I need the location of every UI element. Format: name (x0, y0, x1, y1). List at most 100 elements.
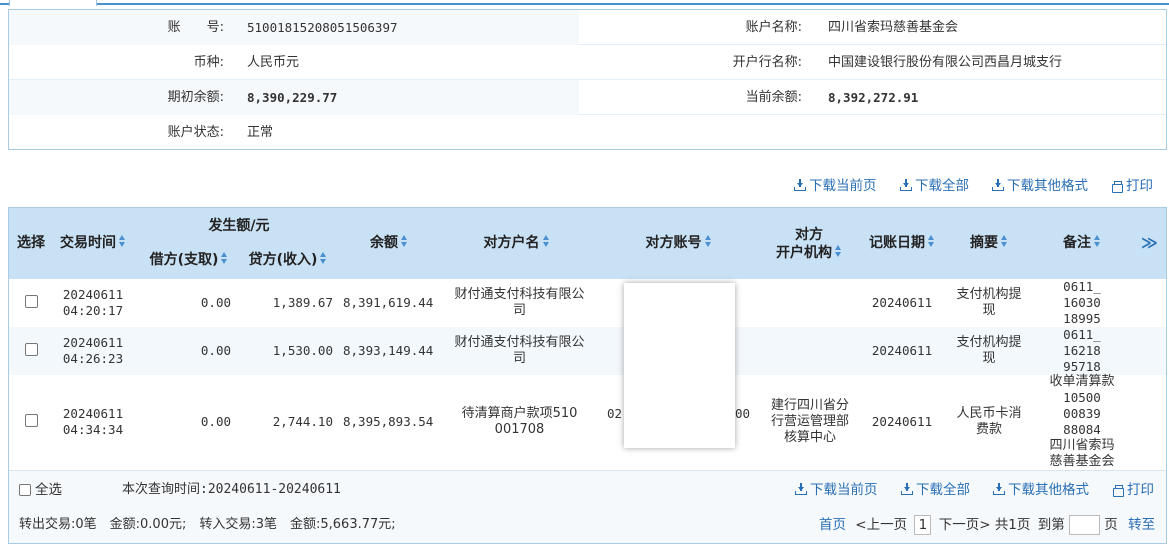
cell-counterparty-bank: 建行四川省分 行营运管理部 核算中心 (765, 398, 855, 446)
cell-counterparty-name: 财付通支付科技有限公司 (447, 335, 592, 367)
sort-icon (320, 252, 327, 265)
status-label: 账户状态: (167, 125, 224, 140)
header-remark[interactable]: 备注 (1052, 234, 1112, 252)
cell-credit: 1,389.67 (272, 295, 333, 310)
account-number-value: 51001815208051506397 (247, 20, 398, 35)
cell-remark: 0611_ 16218 95718 (1039, 327, 1125, 375)
download-icon (901, 483, 913, 495)
goto-page-input[interactable] (1069, 515, 1100, 535)
print-label: 打印 (1126, 178, 1153, 194)
cell-debit: 0.00 (200, 414, 231, 429)
download-current-page-button[interactable]: 下载当前页 (794, 176, 877, 196)
pagination: 首页 <上一页 1 下一页> 共1页 到第 页 转至 (819, 515, 1155, 535)
header-credit[interactable]: 贷方(收入) (243, 251, 333, 269)
cp-bank-line1: 建行四川省分 (770, 398, 849, 413)
opening-balance-value: 8,390,229.77 (247, 90, 338, 105)
account-number-label: 账 号: (167, 20, 224, 35)
cell-balance: 8,395,893.54 (343, 414, 434, 429)
summary-line2: 现 (982, 303, 996, 318)
cp-name-line1: 财付通支付科技有限公 (454, 287, 585, 302)
download-all-button[interactable]: 下载全部 (900, 176, 969, 196)
download-all-button[interactable]: 下载全部 (901, 480, 970, 500)
cell-credit: 2,744.10 (272, 414, 333, 429)
goto-suffix: 页 (1104, 517, 1118, 533)
current-balance-label: 当前余额: (745, 90, 802, 105)
remark-line2: 16218 (1063, 343, 1101, 358)
more-columns-icon[interactable]: ≫ (1141, 233, 1158, 252)
goto-prefix: 到第 (1037, 517, 1065, 533)
header-debit[interactable]: 借方(支取) (139, 251, 239, 269)
row-checkbox[interactable] (25, 295, 38, 308)
print-button[interactable]: 打印 (1113, 480, 1154, 500)
header-summary[interactable]: 摘要 (959, 234, 1019, 252)
goto-button[interactable]: 转至 (1128, 517, 1155, 533)
cell-debit: 0.00 (200, 343, 231, 358)
remark-line3: 00839 (1063, 406, 1101, 421)
bank-label: 开户行名称: (732, 55, 802, 70)
sort-icon (119, 235, 126, 248)
first-page-link[interactable]: 首页 (819, 517, 846, 533)
cp-name-line1: 财付通支付科技有限公 (454, 335, 585, 350)
header-balance[interactable]: 余额 (359, 234, 419, 252)
download-icon (795, 483, 807, 495)
current-page-number[interactable]: 1 (914, 515, 932, 535)
row-checkbox[interactable] (25, 414, 38, 427)
remark-line3: 95718 (1063, 359, 1101, 374)
remark-line6: 慈善基金会 (1049, 454, 1115, 469)
tab-active[interactable] (9, 0, 97, 6)
cell-summary: 人民币卡消 费款 (949, 406, 1029, 438)
summary-line2: 费款 (975, 422, 1002, 437)
header-counterparty-bank[interactable]: 对方 开户机构 (764, 226, 854, 262)
cell-time-date: 20240611 (62, 287, 124, 302)
summary-line1: 支付机构提 (956, 335, 1022, 350)
prev-page-link[interactable]: <上一页 (855, 517, 907, 533)
account-info-panel: 账 号: 51001815208051506397 账户名称: 四川省索玛慈善基… (8, 9, 1167, 150)
row-checkbox[interactable] (25, 343, 38, 356)
cell-debit: 0.00 (200, 295, 231, 310)
top-toolbar: 下载当前页 下载全部 下载其他格式 打印 (0, 176, 1169, 196)
cell-summary: 支付机构提现 (949, 335, 1029, 367)
sort-icon (835, 245, 842, 258)
header-remark-label: 备注 (1063, 235, 1091, 251)
header-counterparty-name[interactable]: 对方户名 (469, 234, 564, 252)
download-other-format-button[interactable]: 下载其他格式 (993, 480, 1089, 500)
sort-icon (1001, 235, 1008, 248)
tab-underline (0, 3, 1169, 5)
cell-time: 20240611 04:34:34 (53, 406, 133, 438)
sort-icon (1094, 235, 1101, 248)
cell-time-clock: 04:20:17 (62, 303, 124, 318)
header-cp-bank-line1: 对方 (795, 227, 823, 243)
header-time[interactable]: 交易时间 (53, 234, 133, 252)
download-current-label: 下载当前页 (809, 178, 877, 194)
opening-balance-label: 期初余额: (167, 90, 224, 105)
cell-posting-date: 20240611 (871, 295, 933, 310)
download-current-page-button[interactable]: 下载当前页 (795, 480, 878, 500)
next-page-link[interactable]: 下一页> (939, 517, 991, 533)
currency-value: 人民币元 (247, 55, 300, 70)
sort-icon (401, 235, 408, 248)
header-posting-date[interactable]: 记账日期 (862, 234, 942, 252)
download-other-label: 下载其他格式 (1008, 482, 1089, 498)
sort-icon (221, 252, 228, 265)
cell-counterparty-account-end: 00 (735, 406, 751, 421)
info-row-status: 账户状态: 正常 (9, 115, 1166, 150)
download-current-label: 下载当前页 (810, 482, 878, 498)
download-other-format-button[interactable]: 下载其他格式 (992, 176, 1088, 196)
cell-time-date: 20240611 (62, 335, 124, 350)
download-icon (794, 179, 806, 191)
cell-remark: 0611_ 16030 18995 (1039, 279, 1125, 327)
download-all-label: 下载全部 (916, 482, 970, 498)
table-footer: 全选 本次查询时间:20240611-20240611 下载当前页 下载全部 下… (9, 470, 1166, 543)
header-counterparty-account[interactable]: 对方账号 (631, 234, 726, 252)
header-debit-label: 借方(支取) (149, 252, 219, 268)
currency-label: 币种: (193, 55, 224, 70)
cell-time-clock: 04:34:34 (62, 422, 124, 437)
header-cp-name-label: 对方户名 (483, 235, 540, 251)
download-other-label: 下载其他格式 (1007, 178, 1088, 194)
cp-name-line2: 001708 (494, 422, 545, 437)
cp-bank-line2: 行营运管理部 (770, 414, 849, 429)
total-pages: 共1页 (994, 517, 1031, 533)
account-name-value: 四川省索玛慈善基金会 (828, 20, 959, 35)
cp-name-line2: 司 (512, 303, 526, 318)
print-button[interactable]: 打印 (1112, 176, 1153, 196)
